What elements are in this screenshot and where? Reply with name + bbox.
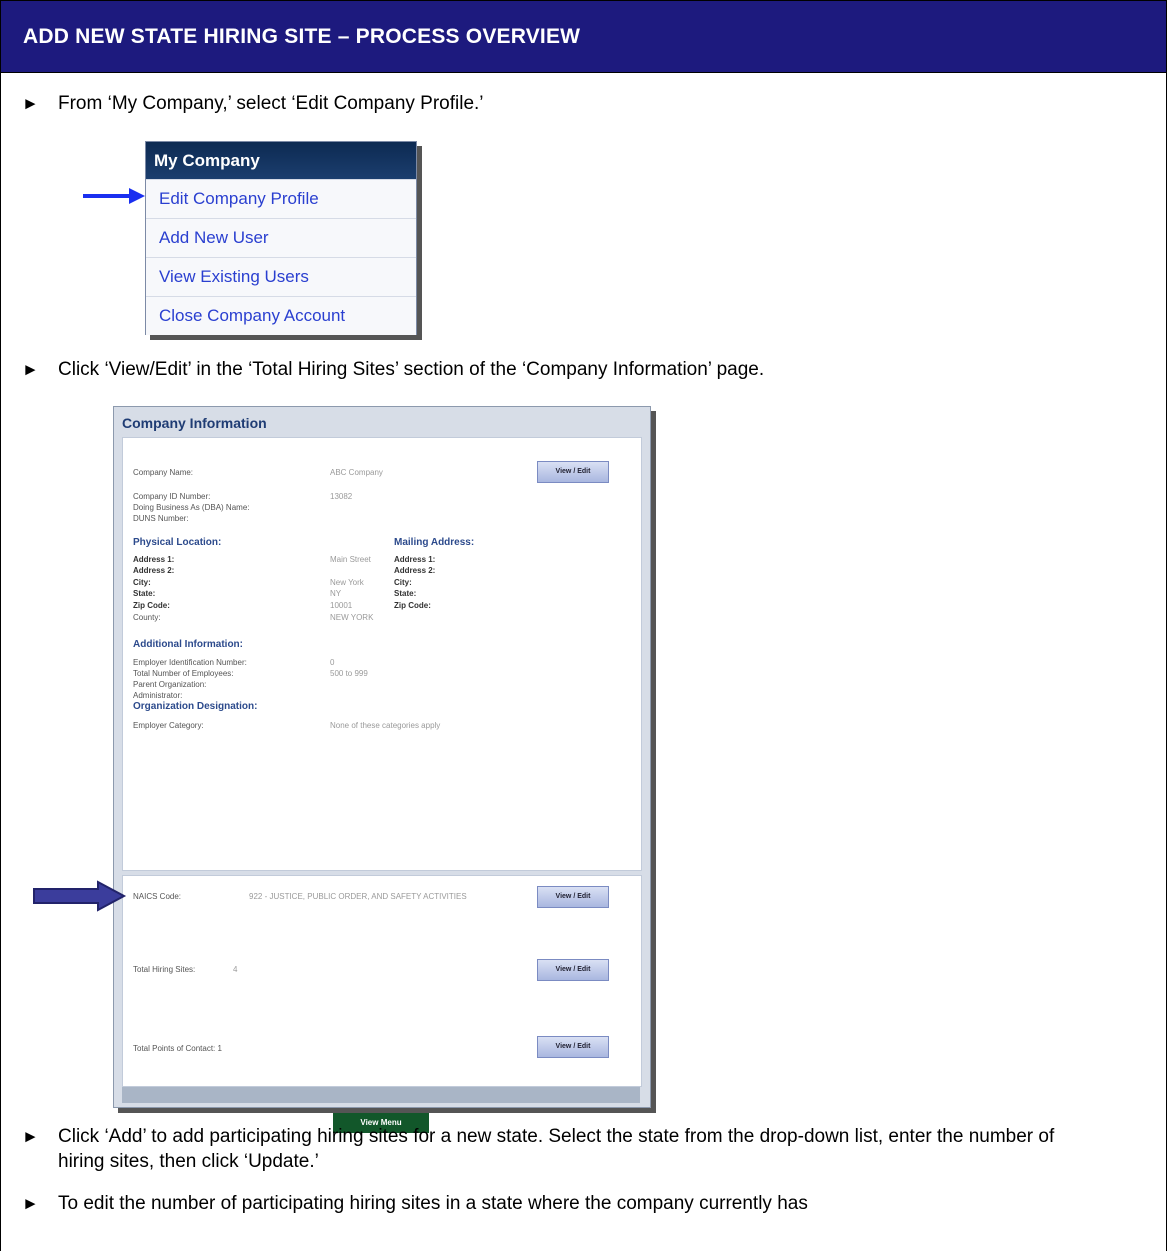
- view-edit-company-button[interactable]: View / Edit: [537, 461, 609, 483]
- pointer-arrow-icon: [83, 188, 145, 204]
- menu-item-edit-company-profile[interactable]: Edit Company Profile: [146, 179, 416, 218]
- dba-label: Doing Business As (DBA) Name:: [133, 503, 250, 512]
- view-edit-naics-button[interactable]: View / Edit: [537, 886, 609, 908]
- company-name-label: Company Name:: [133, 468, 194, 477]
- employer-category-label: Employer Category:: [133, 721, 204, 730]
- mailing-address-heading: Mailing Address:: [394, 537, 475, 548]
- state-value: NY: [330, 589, 342, 598]
- county-label: County:: [133, 613, 161, 622]
- mailing-address1-label: Address 1:: [394, 555, 436, 564]
- employees-value: 500 to 999: [330, 669, 368, 678]
- additional-info-heading: Additional Information:: [133, 639, 243, 650]
- county-value: NEW YORK: [330, 613, 374, 622]
- company-information-screenshot: Company Information Company Name: ABC Co…: [113, 406, 651, 1133]
- company-info-title: Company Information: [122, 415, 267, 431]
- step-4: ► To edit the number of participating hi…: [22, 1191, 1138, 1216]
- city-value: New York: [330, 578, 364, 587]
- address1-value: Main Street: [330, 555, 371, 564]
- menu-item-view-existing-users[interactable]: View Existing Users: [146, 257, 416, 296]
- step-3: ► Click ‘Add’ to add participating hirin…: [22, 1124, 1098, 1174]
- state-label: State:: [133, 589, 156, 598]
- menu-title: My Company: [146, 142, 416, 179]
- naics-value: 922 - JUSTICE, PUBLIC ORDER, AND SAFETY …: [249, 892, 467, 901]
- hiring-sites-arrow-icon: [33, 880, 127, 912]
- view-edit-hiring-sites-button[interactable]: View / Edit: [537, 959, 609, 981]
- zip-label: Zip Code:: [133, 601, 170, 610]
- step-1: ► From ‘My Company,’ select ‘Edit Compan…: [22, 91, 484, 116]
- view-edit-contacts-button[interactable]: View / Edit: [537, 1036, 609, 1058]
- company-details-panel: Company Name: ABC Company View / Edit Co…: [122, 437, 642, 871]
- menu-item-close-company-account[interactable]: Close Company Account: [146, 296, 416, 335]
- ein-label: Employer Identification Number:: [133, 658, 247, 667]
- naics-label: NAICS Code:: [133, 892, 182, 901]
- city-label: City:: [133, 578, 151, 587]
- total-hiring-sites-value: 4: [233, 965, 238, 974]
- address2-label: Address 2:: [133, 566, 175, 575]
- my-company-menu: My Company Edit Company Profile Add New …: [145, 141, 417, 335]
- page-header: ADD NEW STATE HIRING SITE – PROCESS OVER…: [1, 1, 1166, 73]
- total-hiring-sites-label: Total Hiring Sites:: [133, 965, 196, 974]
- total-contacts-label: Total Points of Contact: 1: [133, 1044, 222, 1053]
- administrator-label: Administrator:: [133, 691, 183, 700]
- company-name-value: ABC Company: [330, 468, 383, 477]
- step-3-text: Click ‘Add’ to add participating hiring …: [58, 1126, 1055, 1172]
- step-2-text: Click ‘View/Edit’ in the ‘Total Hiring S…: [58, 359, 765, 380]
- ein-value: 0: [330, 658, 335, 667]
- employees-label: Total Number of Employees:: [133, 669, 234, 678]
- company-info-footer: [122, 1087, 640, 1103]
- employer-category-value: None of these categories apply: [330, 721, 441, 730]
- mailing-address2-label: Address 2:: [394, 566, 436, 575]
- zip-value: 10001: [330, 601, 353, 610]
- duns-label: DUNS Number:: [133, 514, 189, 523]
- company-id-label: Company ID Number:: [133, 492, 211, 501]
- step-4-text: To edit the number of participating hiri…: [58, 1193, 808, 1214]
- page-title: ADD NEW STATE HIRING SITE – PROCESS OVER…: [23, 25, 581, 48]
- company-summary-panel: NAICS Code: 922 - JUSTICE, PUBLIC ORDER,…: [122, 875, 642, 1087]
- step-2: ► Click ‘View/Edit’ in the ‘Total Hiring…: [22, 357, 765, 382]
- step-1-text: From ‘My Company,’ select ‘Edit Company …: [58, 93, 484, 114]
- company-id-value: 13082: [330, 492, 353, 501]
- physical-location-heading: Physical Location:: [133, 537, 222, 548]
- bullet-icon: ►: [22, 1127, 39, 1146]
- mailing-city-label: City:: [394, 578, 412, 587]
- org-designation-heading: Organization Designation:: [133, 701, 258, 712]
- bullet-icon: ►: [22, 360, 39, 379]
- parent-org-label: Parent Organization:: [133, 680, 207, 689]
- bullet-icon: ►: [22, 94, 39, 113]
- menu-item-add-new-user[interactable]: Add New User: [146, 218, 416, 257]
- mailing-zip-label: Zip Code:: [394, 601, 431, 610]
- address1-label: Address 1:: [133, 555, 175, 564]
- mailing-state-label: State:: [394, 589, 417, 598]
- bullet-icon: ►: [22, 1194, 39, 1213]
